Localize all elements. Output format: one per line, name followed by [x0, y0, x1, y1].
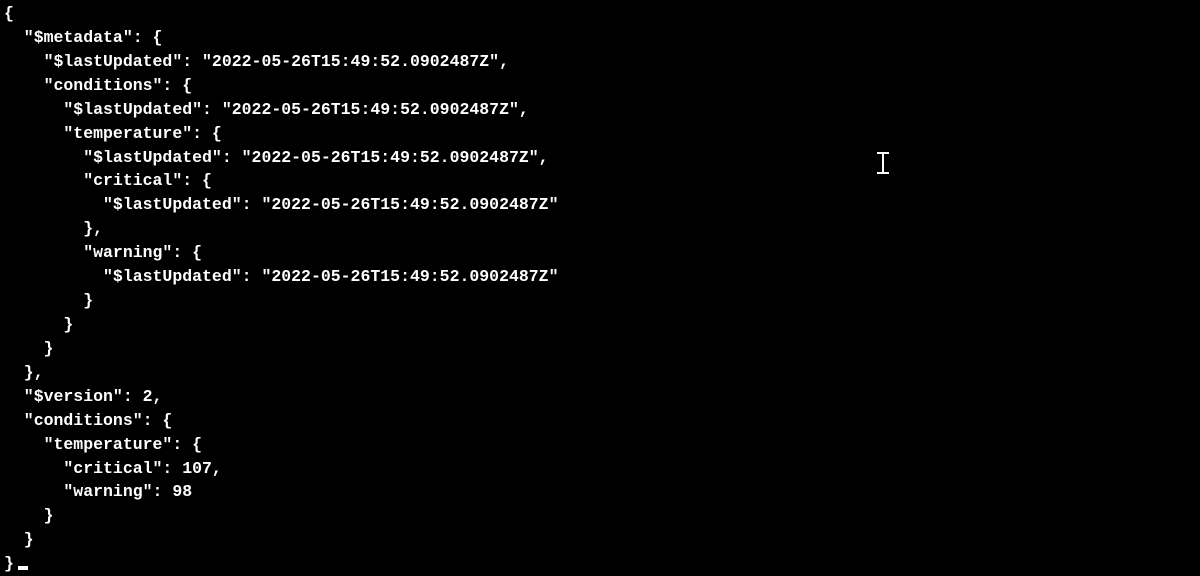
code-line: "conditions": { [4, 76, 192, 95]
code-line: } [4, 315, 73, 334]
code-line: } [4, 530, 34, 549]
code-line: "$version": 2, [4, 387, 162, 406]
code-line: } [4, 339, 54, 358]
code-line: { [4, 4, 14, 23]
code-line: "$lastUpdated": "2022-05-26T15:49:52.090… [4, 195, 559, 214]
code-line: "$metadata": { [4, 28, 162, 47]
code-line: "$lastUpdated": "2022-05-26T15:49:52.090… [4, 52, 509, 71]
code-line: } [4, 554, 14, 573]
code-line: } [4, 506, 54, 525]
terminal-output[interactable]: { "$metadata": { "$lastUpdated": "2022-0… [4, 2, 1196, 576]
code-line: "warning": { [4, 243, 202, 262]
code-line: }, [4, 219, 103, 238]
code-line: } [4, 291, 93, 310]
code-line: "$lastUpdated": "2022-05-26T15:49:52.090… [4, 100, 529, 119]
code-line: }, [4, 363, 44, 382]
code-line: "temperature": { [4, 124, 222, 143]
code-line: "$lastUpdated": "2022-05-26T15:49:52.090… [4, 148, 549, 167]
code-line: "temperature": { [4, 435, 202, 454]
code-line: "warning": 98 [4, 482, 192, 501]
terminal-cursor [18, 566, 28, 570]
code-line: "$lastUpdated": "2022-05-26T15:49:52.090… [4, 267, 559, 286]
code-line: "critical": { [4, 171, 212, 190]
code-line: "conditions": { [4, 411, 172, 430]
code-line: "critical": 107, [4, 459, 222, 478]
